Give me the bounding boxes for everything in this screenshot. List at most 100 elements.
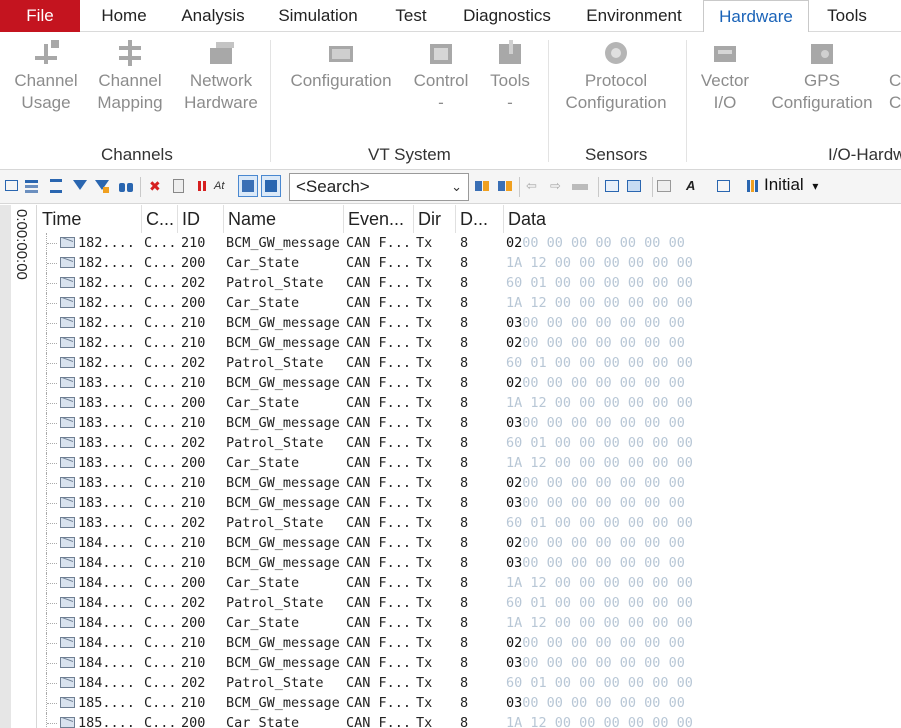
auto-scroll-icon[interactable] — [261, 175, 281, 197]
table-row[interactable]: 185.... C... 210 BCM_GW_message CAN F... Tx 8 0… — [38, 693, 901, 713]
table-row[interactable]: 185.... C... 200 Car_State CAN F... Tx 8 1A 12 … — [38, 713, 901, 728]
cell-data: 60 01 00 00 00 00 00 00 — [506, 353, 693, 373]
tab-tools[interactable]: Tools — [816, 0, 878, 32]
tab-file[interactable]: File — [0, 0, 80, 32]
cell-time: 184.... — [78, 535, 135, 551]
control-button[interactable]: Control - — [408, 38, 474, 114]
tab-environment[interactable]: Environment — [574, 0, 694, 32]
cell-dlc: 8 — [460, 235, 469, 251]
layout-selector[interactable]: Initial ▾ — [764, 175, 818, 195]
table-row[interactable]: 183.... C... 210 BCM_GW_message CAN F... Tx 8 0… — [38, 373, 901, 393]
cell-channel: C... — [144, 595, 177, 611]
table-row[interactable]: 184.... C... 200 Car_State CAN F... Tx 8 1A 12 … — [38, 573, 901, 593]
table-row[interactable]: 182.... C... 202 Patrol_State CAN F... Tx 8 60 … — [38, 273, 901, 293]
find-previous-icon[interactable] — [474, 178, 490, 194]
table-row[interactable]: 182.... C... 200 Car_State CAN F... Tx 8 1A 12 … — [38, 253, 901, 273]
col-time[interactable]: Time — [38, 205, 142, 233]
table-row[interactable]: 182.... C... 210 BCM_GW_message CAN F... Tx 8 0… — [38, 233, 901, 253]
window-icon[interactable] — [604, 178, 620, 194]
scroll-lock-icon[interactable] — [238, 175, 258, 197]
tree-line — [46, 713, 58, 728]
arrow-right-icon[interactable]: ⇨ — [550, 178, 566, 194]
columns-icon[interactable] — [656, 178, 680, 194]
table-row[interactable]: 182.... C... 210 BCM_GW_message CAN F... Tx 8 0… — [38, 333, 901, 353]
channel-mapping-button[interactable]: Channel Mapping — [94, 38, 166, 114]
table-row[interactable]: 183.... C... 210 BCM_GW_message CAN F... Tx 8 0… — [38, 413, 901, 433]
detach-icon[interactable] — [4, 178, 20, 194]
cell-dir: Tx — [416, 275, 433, 291]
table-row[interactable]: 184.... C... 210 BCM_GW_message CAN F... Tx 8 0… — [38, 633, 901, 653]
table-row[interactable]: 183.... C... 202 Patrol_State CAN F... Tx 8 60 … — [38, 433, 901, 453]
search-dropdown-icon[interactable]: ⌄ — [451, 174, 462, 200]
marker-icon[interactable] — [570, 178, 594, 194]
splitter[interactable] — [0, 205, 11, 728]
table-row[interactable]: 183.... C... 210 BCM_GW_message CAN F... Tx 8 0… — [38, 493, 901, 513]
table-row[interactable]: 183.... C... 210 BCM_GW_message CAN F... Tx 8 0… — [38, 473, 901, 493]
tools-ribbon-button[interactable]: Tools - — [484, 38, 536, 114]
cell-name: Car_State — [226, 455, 300, 471]
table-row[interactable]: 184.... C... 210 BCM_GW_message CAN F... Tx 8 0… — [38, 653, 901, 673]
page-icon[interactable] — [170, 178, 186, 194]
tab-test[interactable]: Test — [382, 0, 440, 32]
binoculars-icon[interactable] — [118, 178, 134, 194]
cell-dlc: 8 — [460, 535, 469, 551]
table-row[interactable]: 184.... C... 202 Patrol_State CAN F... Tx 8 60 … — [38, 673, 901, 693]
table-row[interactable]: 182.... C... 210 BCM_GW_message CAN F... Tx 8 0… — [38, 313, 901, 333]
table-row[interactable]: 182.... C... 200 Car_State CAN F... Tx 8 1A 12 … — [38, 293, 901, 313]
message-icon — [60, 617, 75, 628]
data-first-byte: 03 — [506, 495, 523, 511]
list-view-icon[interactable] — [24, 178, 40, 194]
truncated-ribbon-button[interactable]: C C — [889, 38, 901, 114]
message-icon — [60, 577, 75, 588]
cell-dlc: 8 — [460, 515, 469, 531]
tab-home[interactable]: Home — [88, 0, 160, 32]
col-channel[interactable]: C... — [142, 205, 178, 233]
col-name[interactable]: Name — [224, 205, 344, 233]
filter-edit-icon[interactable] — [94, 178, 110, 194]
font-icon[interactable]: A — [686, 178, 712, 194]
layout-bars-icon[interactable] — [746, 178, 762, 194]
cell-dir: Tx — [416, 635, 433, 651]
col-dlc[interactable]: D... — [456, 205, 504, 233]
sigma-icon[interactable] — [48, 178, 64, 194]
table-row[interactable]: 183.... C... 200 Car_State CAN F... Tx 8 1A 12 … — [38, 453, 901, 473]
gps-configuration-button[interactable]: GPS Configuration — [764, 38, 880, 114]
time-format-icon[interactable]: At — [214, 178, 234, 194]
cell-event-type: CAN F... — [346, 695, 412, 711]
cell-data: 0300 00 00 00 00 00 00 — [506, 553, 685, 573]
truncated-label-2: C — [889, 93, 901, 112]
vector-io-button[interactable]: Vector I/O — [694, 38, 756, 114]
search-input[interactable]: <Search> ⌄ — [289, 173, 469, 201]
table-row[interactable]: 184.... C... 210 BCM_GW_message CAN F... Tx 8 0… — [38, 533, 901, 553]
message-icon — [60, 317, 75, 328]
configuration-button[interactable]: Configuration — [284, 38, 398, 92]
filter-icon[interactable] — [72, 178, 88, 194]
arrow-left-icon[interactable]: ⇦ — [526, 178, 542, 194]
network-hardware-button[interactable]: Network Hardware — [180, 38, 262, 114]
tab-analysis[interactable]: Analysis — [170, 0, 256, 32]
tab-diagnostics[interactable]: Diagnostics — [452, 0, 562, 32]
col-data[interactable]: Data — [504, 205, 901, 233]
table-row[interactable]: 182.... C... 202 Patrol_State CAN F... Tx 8 60 … — [38, 353, 901, 373]
layout-dropdown-icon[interactable]: ▾ — [812, 179, 818, 193]
channel-usage-button[interactable]: Channel Usage — [10, 38, 82, 114]
tree-line — [46, 473, 58, 493]
col-event-type[interactable]: Even... — [344, 205, 414, 233]
table-row[interactable]: 184.... C... 200 Car_State CAN F... Tx 8 1A 12 … — [38, 613, 901, 633]
protocol-configuration-button[interactable]: Protocol Configuration — [558, 38, 674, 114]
tab-hardware[interactable]: Hardware — [703, 0, 809, 33]
find-next-icon[interactable] — [497, 178, 513, 194]
cell-dir: Tx — [416, 615, 433, 631]
table-row[interactable]: 184.... C... 202 Patrol_State CAN F... Tx 8 60 … — [38, 593, 901, 613]
color-icon[interactable] — [716, 178, 740, 194]
clear-icon[interactable]: ✖ — [146, 178, 162, 194]
col-id[interactable]: ID — [178, 205, 224, 233]
pause-icon[interactable] — [194, 178, 210, 194]
table-row[interactable]: 183.... C... 202 Patrol_State CAN F... Tx 8 60 … — [38, 513, 901, 533]
tab-simulation[interactable]: Simulation — [266, 0, 370, 32]
table-row[interactable]: 183.... C... 200 Car_State CAN F... Tx 8 1A 12 … — [38, 393, 901, 413]
cell-data: 0200 00 00 00 00 00 00 — [506, 233, 685, 253]
table-row[interactable]: 184.... C... 210 BCM_GW_message CAN F... Tx 8 0… — [38, 553, 901, 573]
layout-icon[interactable] — [626, 178, 648, 194]
col-dir[interactable]: Dir — [414, 205, 456, 233]
